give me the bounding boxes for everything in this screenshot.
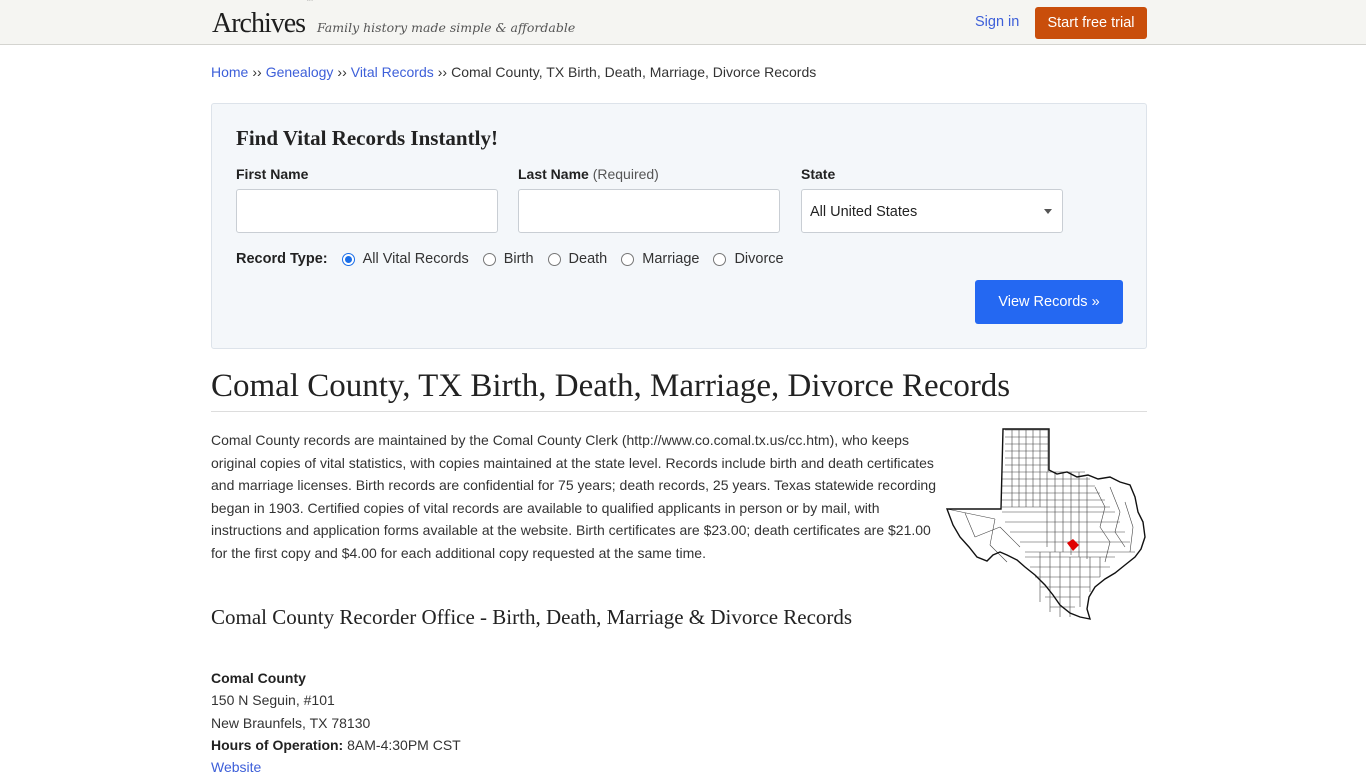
radio-label: Death: [568, 251, 608, 267]
county-grid: [946, 429, 1135, 617]
breadcrumb-vital-records[interactable]: Vital Records: [351, 64, 434, 80]
radio-label: Marriage: [642, 251, 700, 267]
hours-value: 8AM-4:30PM CST: [347, 736, 461, 753]
texas-outline: [945, 428, 1146, 620]
breadcrumb-separator: ››: [437, 64, 448, 80]
tagline: Family history made simple & affordable: [316, 20, 576, 35]
search-form: Find Vital Records Instantly! First Name…: [211, 103, 1147, 349]
radio-birth[interactable]: Birth: [482, 251, 534, 267]
radio-marriage[interactable]: Marriage: [621, 251, 699, 267]
radio-button[interactable]: [482, 252, 496, 266]
state-label: State: [801, 166, 836, 182]
radio-all-vital-records[interactable]: All Vital Records: [341, 251, 469, 267]
last-name-label: Last Name (Required): [518, 166, 659, 182]
office-heading: Comal County Recorder Office - Birth, De…: [211, 605, 853, 629]
hours-label: Hours of Operation:: [211, 736, 344, 753]
search-form-title: Find Vital Records Instantly!: [236, 126, 498, 150]
sign-in-link[interactable]: Sign in: [975, 14, 1019, 30]
last-name-input[interactable]: [519, 190, 779, 232]
logo-trademark: ™: [306, 0, 313, 4]
office-name: Comal County: [211, 670, 306, 686]
archives-logo[interactable]: Archives™: [212, 0, 313, 40]
breadcrumb-separator: ››: [252, 64, 262, 80]
radio-label: Birth: [503, 251, 534, 267]
office-address-line2: New Braunfels, TX 78130: [211, 714, 371, 731]
page-title: Comal County, TX Birth, Death, Marriage,…: [211, 368, 1011, 404]
radio-label: Divorce: [734, 251, 784, 267]
chevron-down-icon: [1044, 209, 1052, 214]
last-name-label-text: Last Name: [518, 166, 589, 182]
intro-paragraph: Comal County records are maintained by t…: [211, 432, 936, 561]
top-navbar: Archives™ Family history made simple & a…: [0, 0, 1366, 45]
breadcrumb-current: Comal County, TX Birth, Death, Marriage,…: [451, 64, 817, 80]
office-address-line1: 150 N Seguin, #101: [211, 692, 335, 709]
office-hours: Hours of Operation: 8AM-4:30PM CST: [211, 734, 461, 756]
brand[interactable]: Archives™ Family history made simple & a…: [212, 0, 576, 40]
office-website-link[interactable]: Website: [211, 759, 261, 775]
start-free-trial-button[interactable]: Start free trial: [1035, 7, 1147, 39]
breadcrumb-separator: ››: [337, 64, 347, 80]
state-select-value: All United States: [810, 204, 918, 220]
breadcrumb-genealogy[interactable]: Genealogy: [266, 64, 334, 80]
first-name-input[interactable]: [237, 190, 497, 232]
radio-button-checked[interactable]: [341, 252, 355, 266]
view-records-button[interactable]: View Records »: [975, 280, 1123, 324]
radio-label: All Vital Records: [362, 251, 469, 267]
breadcrumb-home[interactable]: Home: [211, 64, 248, 80]
record-type-group: Record Type: All Vital Records Birth Dea…: [236, 251, 798, 267]
first-name-label: First Name: [236, 166, 309, 182]
radio-divorce[interactable]: Divorce: [713, 251, 784, 267]
radio-button[interactable]: [713, 252, 727, 266]
required-note: (Required): [592, 166, 659, 182]
texas-county-map: [945, 428, 1146, 620]
radio-button[interactable]: [621, 252, 635, 266]
first-name-field-wrapper: [236, 189, 498, 233]
title-divider: [211, 411, 1147, 412]
record-type-label: Record Type:: [236, 251, 328, 267]
radio-death[interactable]: Death: [547, 251, 608, 267]
state-select[interactable]: All United States: [801, 189, 1063, 233]
logo-text: Archives: [212, 8, 306, 39]
radio-button[interactable]: [547, 252, 561, 266]
breadcrumb: Home ›› Genealogy ›› Vital Records ›› Comal Co…: [211, 64, 816, 80]
comal-county-highlight: [1067, 539, 1079, 551]
office-info: Comal County 150 N Seguin, #101 New Brau…: [211, 667, 461, 778]
last-name-field-wrapper: [518, 189, 780, 233]
